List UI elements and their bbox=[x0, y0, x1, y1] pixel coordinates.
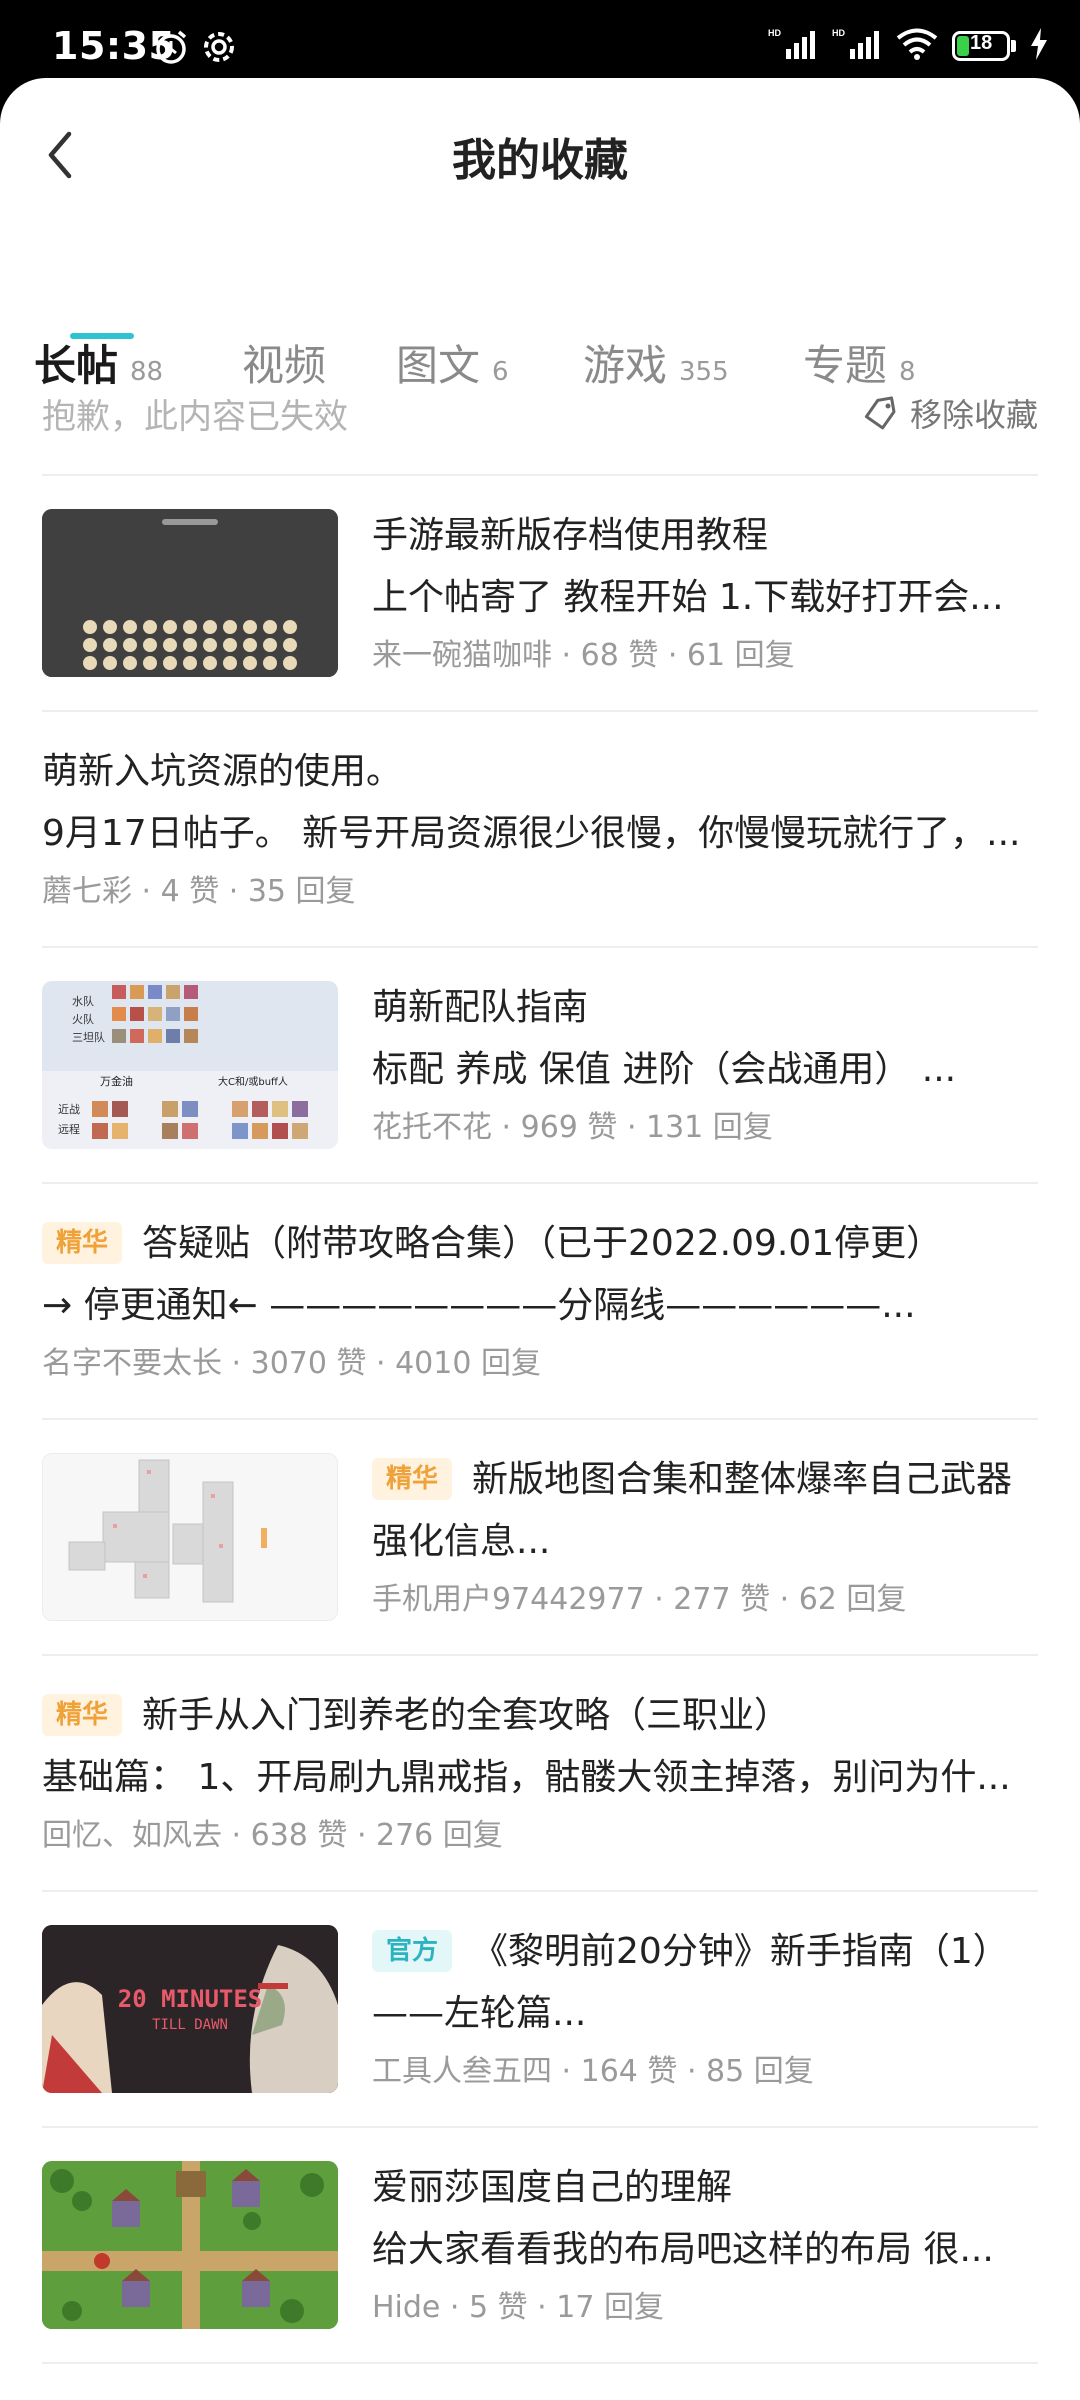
list-item[interactable]: 爱丽莎国度自己的理解 给大家看看我的布局吧这样的布局 很... Hide · 5… bbox=[42, 2128, 1038, 2362]
featured-badge: 精华 bbox=[42, 1222, 123, 1264]
item-title: 新版地图合集和整体爆率自己武器 bbox=[472, 1459, 1013, 1500]
item-title-row: 官方 《黎明前20分钟》新手指南（1） bbox=[372, 1928, 1038, 1976]
game-art-subtitle: TILL DAWN bbox=[152, 2017, 228, 2033]
item-text: 精华 新手从入门到养老的全套攻略（三职业） 基础篇： 1、开局刷九鼎戒指，骷髅大领… bbox=[42, 1692, 1038, 1856]
item-text: 手游最新版存档使用教程 上个帖寄了 教程开始 1.下载好打开会... 来一碗猫咖… bbox=[372, 512, 1038, 676]
item-meta: 花托不花 · 969 赞 · 131 回复 bbox=[372, 1110, 773, 1145]
item-excerpt: 标配 养成 保值 进阶（会战通用） ... bbox=[372, 1049, 957, 1090]
tag-remove-icon bbox=[864, 396, 896, 430]
item-text: 爱丽莎国度自己的理解 给大家看看我的布局吧这样的布局 很... Hide · 5… bbox=[372, 2164, 1038, 2328]
item-title: 萌新配队指南 bbox=[372, 987, 589, 1028]
charging-icon bbox=[1030, 28, 1048, 64]
list-item[interactable]: 萌新入坑资源的使用。 9月17日帖子。 新号开局资源很少很慢，你慢慢玩就行了，.… bbox=[42, 712, 1038, 946]
item-excerpt: 上个帖寄了 教程开始 1.下载好打开会... bbox=[372, 577, 1004, 618]
item-excerpt: 基础篇： 1、开局刷九鼎戒指，骷髅大领主掉落，别问为什... bbox=[42, 1757, 1011, 1798]
divider bbox=[42, 2362, 1038, 2364]
team-row-label: 火队 bbox=[72, 1012, 94, 1026]
item-excerpt: ——左轮篇... bbox=[372, 1993, 587, 2034]
item-title-row: 精华 答疑贴（附带攻略合集）（已于2022.09.01停更） bbox=[42, 1220, 1038, 1268]
list-item[interactable]: 手游最新版存档使用教程 上个帖寄了 教程开始 1.下载好打开会... 来一碗猫咖… bbox=[42, 476, 1038, 710]
thumbnail-image bbox=[42, 2161, 338, 2329]
thumbnail-image bbox=[42, 509, 338, 677]
item-text: 官方 《黎明前20分钟》新手指南（1） ——左轮篇... 工具人叁五四 · 164… bbox=[372, 1928, 1038, 2092]
team-row-label: 近战 bbox=[58, 1103, 80, 1116]
item-text: 精华 答疑贴（附带攻略合集）（已于2022.09.01停更） → 停更通知← ——… bbox=[42, 1220, 1038, 1384]
list-item[interactable]: 精华 答疑贴（附带攻略合集）（已于2022.09.01停更） → 停更通知← ——… bbox=[42, 1184, 1038, 1418]
alarm-icon bbox=[152, 28, 190, 70]
item-excerpt: 给大家看看我的布局吧这样的布局 很... bbox=[372, 2229, 994, 2270]
item-meta: Hide · 5 赞 · 17 回复 bbox=[372, 2290, 664, 2325]
item-title: 萌新入坑资源的使用。 bbox=[42, 751, 403, 792]
team-label: 大C和/或buff人 bbox=[218, 1075, 288, 1088]
signal-icon-2: HD bbox=[832, 27, 882, 65]
team-row-label: 远程 bbox=[58, 1123, 80, 1136]
thumbnail-image bbox=[42, 1453, 338, 1621]
item-title-row: 精华 新手从入门到养老的全套攻略（三职业） bbox=[42, 1692, 1038, 1740]
signal-icon: HD bbox=[768, 27, 818, 65]
list-item[interactable]: 精华 新版地图合集和整体爆率自己武器 强化信息... 手机用户97442977 ·… bbox=[42, 1420, 1038, 1654]
settings-icon bbox=[200, 28, 238, 70]
invalid-content-notice: 抱歉，此内容已失效 移除收藏 bbox=[42, 378, 1038, 448]
list-item[interactable]: 精华 新手从入门到养老的全套攻略（三职业） 基础篇： 1、开局刷九鼎戒指，骷髅大领… bbox=[42, 1656, 1038, 1890]
favorites-page: 我的收藏 长帖 88 视频 图文 6 游戏 355 专题 8 抱歉，此内容已失效… bbox=[0, 78, 1080, 2400]
item-excerpt: 强化信息... bbox=[372, 1521, 551, 1562]
item-meta: 回忆、如风去 · 638 赞 · 276 回复 bbox=[42, 1818, 503, 1853]
item-text: 萌新入坑资源的使用。 9月17日帖子。 新号开局资源很少很慢，你慢慢玩就行了，.… bbox=[42, 748, 1038, 912]
item-meta: 蘑七彩 · 4 赞 · 35 回复 bbox=[42, 874, 356, 909]
item-title: 手游最新版存档使用教程 bbox=[372, 515, 769, 556]
tab-indicator bbox=[70, 333, 134, 339]
official-badge: 官方 bbox=[372, 1930, 453, 1972]
featured-badge: 精华 bbox=[42, 1694, 123, 1736]
item-excerpt: → 停更通知← ————————分隔线——————... bbox=[42, 1285, 916, 1326]
item-text: 精华 新版地图合集和整体爆率自己武器 强化信息... 手机用户97442977 ·… bbox=[372, 1456, 1038, 1620]
team-label: 万金油 bbox=[100, 1074, 133, 1088]
header: 我的收藏 bbox=[0, 78, 1080, 228]
thumbnail-image: 20 MINUTES TILL DAWN bbox=[42, 1925, 338, 2093]
team-row-label: 三坦队 bbox=[72, 1030, 105, 1044]
item-meta: 手机用户97442977 · 277 赞 · 62 回复 bbox=[372, 1582, 907, 1617]
item-excerpt: 9月17日帖子。 新号开局资源很少很慢，你慢慢玩就行了，... bbox=[42, 813, 1021, 854]
item-meta: 名字不要太长 · 3070 赞 · 4010 回复 bbox=[42, 1346, 541, 1381]
item-title: 答疑贴（附带攻略合集）（已于2022.09.01停更） bbox=[142, 1223, 943, 1264]
list-item[interactable]: 20 MINUTES TILL DAWN 官方 《黎明前20分钟》新手指南（1） … bbox=[42, 1892, 1038, 2126]
notice-text: 抱歉，此内容已失效 bbox=[42, 396, 348, 437]
item-title-row: 精华 新版地图合集和整体爆率自己武器 bbox=[372, 1456, 1038, 1504]
status-bar: 15:35 HD HD 18 bbox=[0, 0, 1080, 90]
battery-level: 18 bbox=[970, 32, 993, 54]
list-item[interactable]: 水队 火队 三坦队 万金油 大C和/或buff人 近战 远程 萌新配队指南 标配… bbox=[42, 948, 1038, 1182]
item-text: 萌新配队指南 标配 养成 保值 进阶（会战通用） ... 花托不花 · 969 … bbox=[372, 984, 1038, 1148]
item-meta: 来一碗猫咖啡 · 68 赞 · 61 回复 bbox=[372, 638, 795, 673]
remove-favorite-label: 移除收藏 bbox=[909, 396, 1038, 434]
thumbnail-image: 水队 火队 三坦队 万金油 大C和/或buff人 近战 远程 bbox=[42, 981, 338, 1149]
favorites-list: 手游最新版存档使用教程 上个帖寄了 教程开始 1.下载好打开会... 来一碗猫咖… bbox=[42, 474, 1038, 2364]
item-title: 新手从入门到养老的全套攻略（三职业） bbox=[142, 1695, 791, 1736]
svg-text:HD: HD bbox=[768, 28, 781, 38]
battery-icon: 18 bbox=[952, 31, 1016, 61]
remove-favorite-button[interactable]: 移除收藏 bbox=[862, 390, 1038, 436]
item-meta: 工具人叁五四 · 164 赞 · 85 回复 bbox=[372, 2054, 814, 2089]
tab-bar: 长帖 88 视频 图文 6 游戏 355 专题 8 bbox=[0, 248, 1080, 390]
item-title: 《黎明前20分钟》新手指南（1） bbox=[472, 1931, 1009, 1972]
page-title: 我的收藏 bbox=[452, 135, 628, 186]
svg-text:HD: HD bbox=[832, 28, 845, 38]
item-title: 爱丽莎国度自己的理解 bbox=[372, 2167, 733, 2208]
wifi-icon bbox=[896, 27, 938, 65]
game-art-title: 20 MINUTES bbox=[118, 1985, 263, 2013]
featured-badge: 精华 bbox=[372, 1458, 453, 1500]
team-row-label: 水队 bbox=[72, 994, 94, 1008]
